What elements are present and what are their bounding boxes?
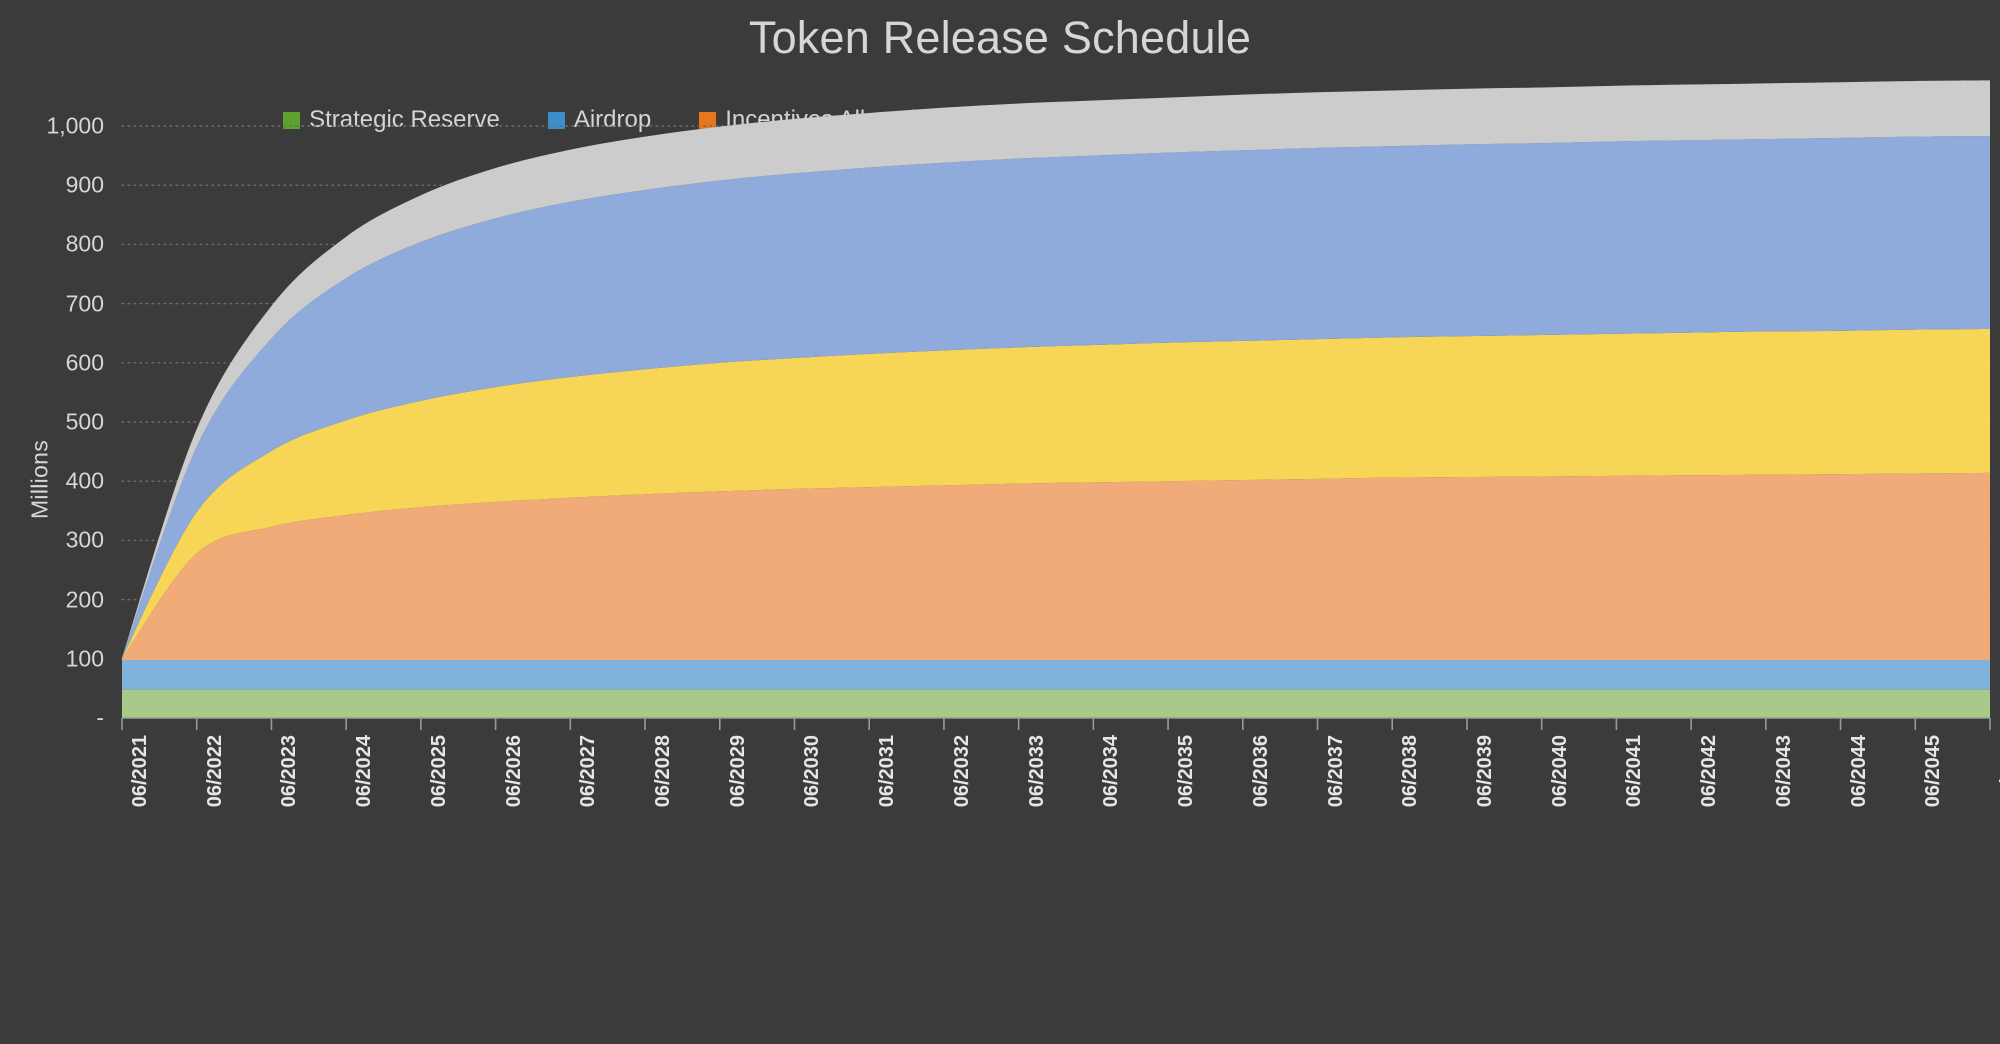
y-axis-tick-label: 600 (65, 349, 104, 376)
y-axis-tick-label: 800 (65, 230, 104, 257)
x-axis-tick-label: 06/2032 (950, 735, 973, 808)
y-axis-tick-label: 100 (65, 645, 104, 672)
y-axis-tick-label: 700 (65, 290, 104, 317)
chart-container: Token Release Schedule Strategic Reserve… (0, 0, 2000, 1044)
x-axis-tick-label: 06/2030 (801, 735, 824, 808)
x-axis-tick-label: 06/2034 (1100, 735, 1123, 808)
x-axis-tick-label: 06/2033 (1025, 735, 1048, 808)
area-series-airdrop (122, 659, 1990, 690)
x-axis-tick-label: 06/2022 (203, 735, 226, 808)
x-axis-tick-label: 06/2042 (1698, 735, 1721, 808)
x-axis-tick-label: 06/2035 (1175, 735, 1198, 808)
axis-lines (121, 717, 1991, 730)
x-axis-tick-label: 06/2044 (1847, 735, 1870, 808)
x-axis-tick-label: 06/2027 (577, 735, 600, 808)
x-axis-tick-label: 06/2038 (1399, 735, 1422, 808)
plot-area: Millions 1,000 900 800 700 600 500 400 300 200 10… (0, 0, 2000, 1044)
x-axis-tick-label: 06/2036 (1249, 735, 1272, 808)
y-axis-tick-label: 500 (65, 408, 104, 435)
x-axis-tick-label: 06/2025 (427, 735, 450, 808)
y-axis-tick-label: 200 (65, 586, 104, 613)
x-axis-tick-label: 06/2031 (876, 735, 899, 808)
x-axis-tick-label: 06/2043 (1772, 735, 1795, 808)
x-axis-tick-label: 06/2040 (1548, 735, 1571, 808)
y-axis-tick-label: - (96, 704, 104, 731)
x-axis-tick-label: 06/2026 (502, 735, 525, 808)
stacked-areas (122, 80, 1990, 718)
x-axis-tick-label: 06/2045 (1922, 735, 1945, 808)
x-axis-tick-label: 06/2039 (1473, 735, 1496, 808)
x-axis-tick-label: 06/2037 (1324, 735, 1347, 808)
y-axis-tick-label: 900 (65, 171, 104, 198)
x-axis-tick-label: 06/2028 (652, 735, 675, 808)
x-axis-tick-label: 06/2023 (278, 735, 301, 808)
x-axis-tick-label: 06/2041 (1623, 735, 1646, 808)
y-axis-tick-label: 1,000 (46, 112, 104, 139)
y-axis-tick-label: 400 (65, 467, 104, 494)
x-axis-tick-label: 06/2024 (353, 735, 376, 808)
x-axis-tick-label: 06/2029 (726, 735, 749, 808)
x-axis-tick-label: 06/2021 (129, 735, 151, 808)
plot-svg (121, 80, 1991, 730)
y-axis-tick-label: 300 (65, 526, 104, 553)
area-series-strategic-reserve (122, 689, 1990, 718)
